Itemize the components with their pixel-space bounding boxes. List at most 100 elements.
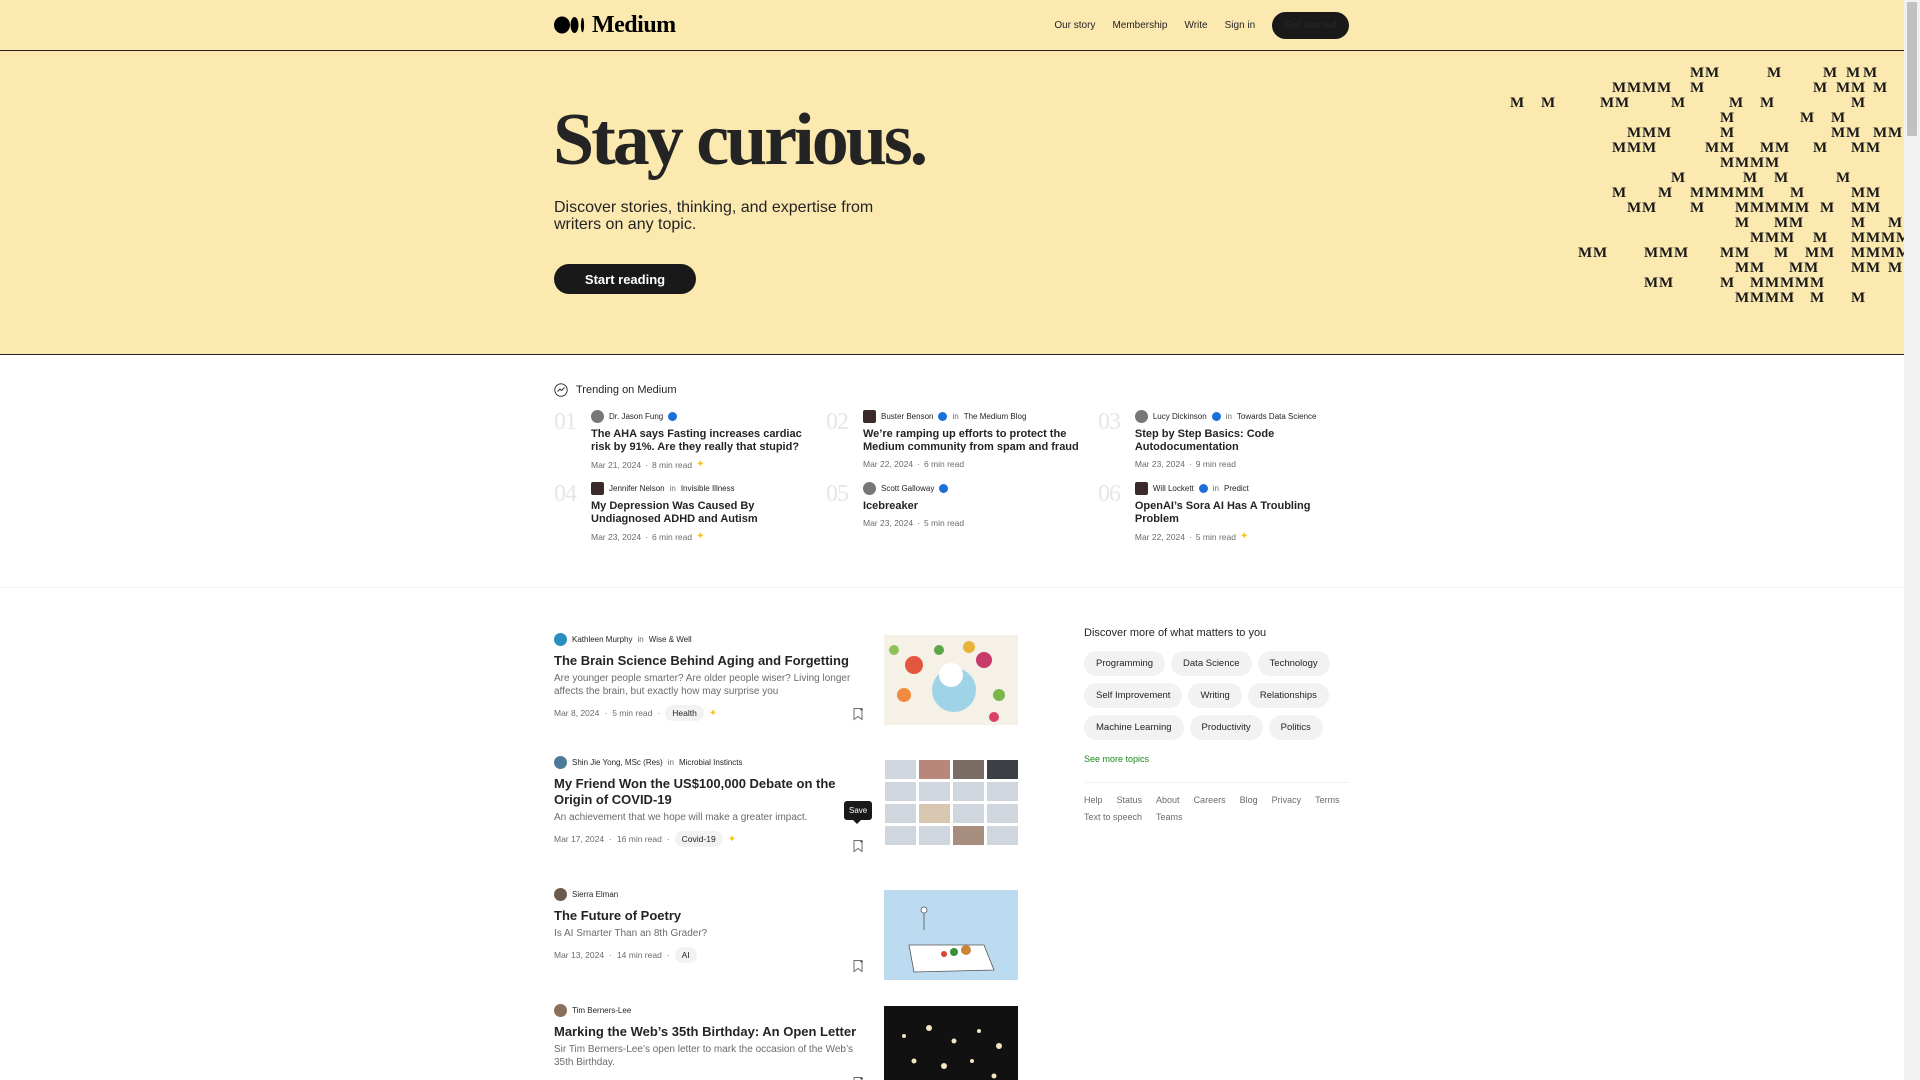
topic-chip[interactable]: Data Science bbox=[1171, 651, 1252, 676]
article-thumbnail[interactable] bbox=[884, 758, 1018, 848]
avatar[interactable] bbox=[591, 481, 604, 495]
topic-chip[interactable]: Politics bbox=[1268, 715, 1323, 740]
publication-name[interactable]: Towards Data Science bbox=[1237, 412, 1317, 421]
trending-body: Lucy Dickinson in Towards Data Science Step… bbox=[1134, 409, 1354, 470]
avatar[interactable] bbox=[1134, 409, 1148, 423]
trending-item[interactable]: 01 Dr. Jason Fung The AHA says Fasting inc… bbox=[554, 409, 826, 470]
page-scrollbar[interactable] bbox=[1904, 0, 1920, 1080]
topic-chip[interactable]: Technology bbox=[1257, 651, 1330, 676]
author-name[interactable]: Will Lockett bbox=[1153, 484, 1194, 493]
footer-link[interactable]: Careers bbox=[1194, 795, 1226, 805]
author-name[interactable]: Dr. Jason Fung bbox=[609, 412, 663, 421]
article-title[interactable]: OpenAI’s Sora AI Has A Troubling Problem bbox=[1135, 500, 1354, 526]
article-subtitle[interactable]: Sir Tim Berners-Lee’s open letter to mar… bbox=[554, 1043, 874, 1069]
topic-tag[interactable]: AI bbox=[674, 947, 697, 963]
topic-chip[interactable]: Productivity bbox=[1189, 715, 1263, 740]
article-thumbnail[interactable] bbox=[884, 1006, 1018, 1080]
m-letter: M bbox=[1767, 65, 1782, 81]
avatar[interactable] bbox=[863, 481, 876, 495]
author-name[interactable]: Scott Galloway bbox=[881, 484, 934, 493]
author-name[interactable]: Kathleen Murphy bbox=[572, 635, 632, 644]
see-more-topics-link[interactable]: See more topics bbox=[1084, 754, 1349, 764]
avatar[interactable] bbox=[591, 409, 604, 423]
topic-chip[interactable]: Writing bbox=[1188, 683, 1242, 708]
bookmark-icon[interactable] bbox=[852, 707, 864, 721]
article-subtitle[interactable]: Is AI Smarter Than an 8th Grader? bbox=[554, 927, 874, 940]
topic-tag[interactable]: Health bbox=[665, 705, 704, 721]
footer-link[interactable]: Privacy bbox=[1272, 795, 1302, 805]
topic-chip[interactable]: Self Improvement bbox=[1084, 683, 1183, 708]
publication-name[interactable]: Microbial Instincts bbox=[679, 758, 743, 767]
avatar[interactable] bbox=[554, 756, 567, 769]
publication-name[interactable]: Wise & Well bbox=[649, 635, 692, 644]
article-title[interactable]: The Future of Poetry bbox=[554, 908, 874, 924]
get-started-button[interactable]: Get started bbox=[1272, 11, 1349, 39]
article-title[interactable]: My Friend Won the US$100,000 Debate on t… bbox=[554, 776, 874, 808]
m-letter: M bbox=[1612, 140, 1627, 156]
top-navigation-bar: Medium Our story Membership Write Sign i… bbox=[0, 0, 1904, 51]
medium-logo[interactable]: Medium bbox=[554, 12, 676, 39]
avatar[interactable] bbox=[554, 1004, 567, 1017]
article-thumbnail[interactable] bbox=[884, 890, 1018, 980]
topic-chip[interactable]: Relationships bbox=[1247, 683, 1329, 708]
article-title[interactable]: Marking the Web’s 35th Birthday: An Open… bbox=[554, 1024, 874, 1040]
footer-link[interactable]: Terms bbox=[1315, 795, 1340, 805]
article-card[interactable]: Shin Jie Yong, MSc (Res) in Microbial Inst… bbox=[554, 756, 1019, 880]
article-title[interactable]: My Depression Was Caused By Undiagnosed … bbox=[591, 500, 811, 526]
nav-membership[interactable]: Membership bbox=[1112, 20, 1167, 31]
hero-subtitle: Discover stories, thinking, and expertis… bbox=[554, 199, 874, 233]
author-name[interactable]: Jennifer Nelson bbox=[609, 484, 665, 493]
m-letter: M bbox=[1800, 110, 1815, 126]
scrollbar-thumb[interactable] bbox=[1907, 2, 1917, 136]
start-reading-button[interactable]: Start reading bbox=[554, 264, 696, 294]
author-name[interactable]: Shin Jie Yong, MSc (Res) bbox=[572, 758, 663, 767]
author-name[interactable]: Tim Berners-Lee bbox=[572, 1006, 631, 1015]
bookmark-icon[interactable] bbox=[852, 1076, 864, 1080]
footer-link[interactable]: Blog bbox=[1240, 795, 1258, 805]
trending-item[interactable]: 06 Will Lockett in Predict OpenAI’s Sora AI … bbox=[1098, 481, 1354, 542]
topic-chip[interactable]: Machine Learning bbox=[1084, 715, 1184, 740]
article-title[interactable]: The Brain Science Behind Aging and Forge… bbox=[554, 653, 874, 669]
bookmark-icon[interactable] bbox=[852, 839, 864, 853]
trending-body: Will Lockett in Predict OpenAI’s Sora AI Ha… bbox=[1134, 481, 1354, 542]
avatar[interactable] bbox=[863, 409, 876, 423]
m-letter: M bbox=[1836, 170, 1851, 186]
article-title[interactable]: Step by Step Basics: Code Autodocumentat… bbox=[1135, 428, 1354, 454]
article-card[interactable]: Kathleen Murphy in Wise & Well The Brain Sc… bbox=[554, 633, 1019, 757]
publication-name[interactable]: Invisible Illness bbox=[681, 484, 735, 493]
article-thumbnail[interactable] bbox=[884, 635, 1018, 725]
discover-title: Discover more of what matters to you bbox=[1084, 627, 1267, 639]
footer-link[interactable]: About bbox=[1156, 795, 1180, 805]
author-name[interactable]: Sierra Elman bbox=[572, 890, 618, 899]
footer-link[interactable]: Teams bbox=[1156, 812, 1183, 822]
article-title[interactable]: Icebreaker bbox=[863, 500, 1083, 513]
trending-item[interactable]: 05 Scott Galloway Icebreaker Mar 23, 2024 · 5… bbox=[826, 481, 1098, 542]
footer-link[interactable]: Text to speech bbox=[1084, 812, 1142, 822]
article-card[interactable]: Sierra Elman The Future of Poetry Is AI Sm… bbox=[554, 888, 1019, 1012]
publication-name[interactable]: Predict bbox=[1224, 484, 1249, 493]
article-title[interactable]: The AHA says Fasting increases cardiac r… bbox=[591, 428, 811, 454]
bookmark-icon[interactable] bbox=[852, 959, 864, 973]
article-card[interactable]: Tim Berners-Lee Marking the Web’s 35th Bi… bbox=[554, 1004, 1019, 1080]
trending-item[interactable]: 04 Jennifer Nelson in Invisible Illness My D… bbox=[554, 481, 826, 542]
article-title[interactable]: We’re ramping up efforts to protect the … bbox=[863, 428, 1083, 454]
author-name[interactable]: Lucy Dickinson bbox=[1153, 412, 1207, 421]
nav-our-story[interactable]: Our story bbox=[1054, 20, 1095, 31]
avatar[interactable] bbox=[1134, 481, 1148, 495]
topic-chip[interactable]: Programming bbox=[1084, 651, 1166, 676]
footer-link[interactable]: Help bbox=[1084, 795, 1103, 805]
article-subtitle[interactable]: An achievement that we hope will make a … bbox=[554, 811, 874, 824]
trending-item[interactable]: 03 Lucy Dickinson in Towards Data Science St… bbox=[1098, 409, 1354, 470]
nav-sign-in[interactable]: Sign in bbox=[1225, 20, 1256, 31]
nav-write[interactable]: Write bbox=[1184, 20, 1207, 31]
article-subtitle[interactable]: Are younger people smarter? Are older pe… bbox=[554, 672, 874, 698]
m-letter: M bbox=[1627, 200, 1642, 216]
topic-tag[interactable]: Covid-19 bbox=[674, 831, 723, 847]
avatar[interactable] bbox=[554, 633, 567, 646]
avatar[interactable] bbox=[554, 888, 567, 901]
publication-name[interactable]: The Medium Blog bbox=[964, 412, 1027, 421]
m-letter: M bbox=[1720, 275, 1735, 291]
author-name[interactable]: Buster Benson bbox=[881, 412, 933, 421]
footer-link[interactable]: Status bbox=[1117, 795, 1143, 805]
trending-item[interactable]: 02 Buster Benson in The Medium Blog We’re ra… bbox=[826, 409, 1098, 470]
